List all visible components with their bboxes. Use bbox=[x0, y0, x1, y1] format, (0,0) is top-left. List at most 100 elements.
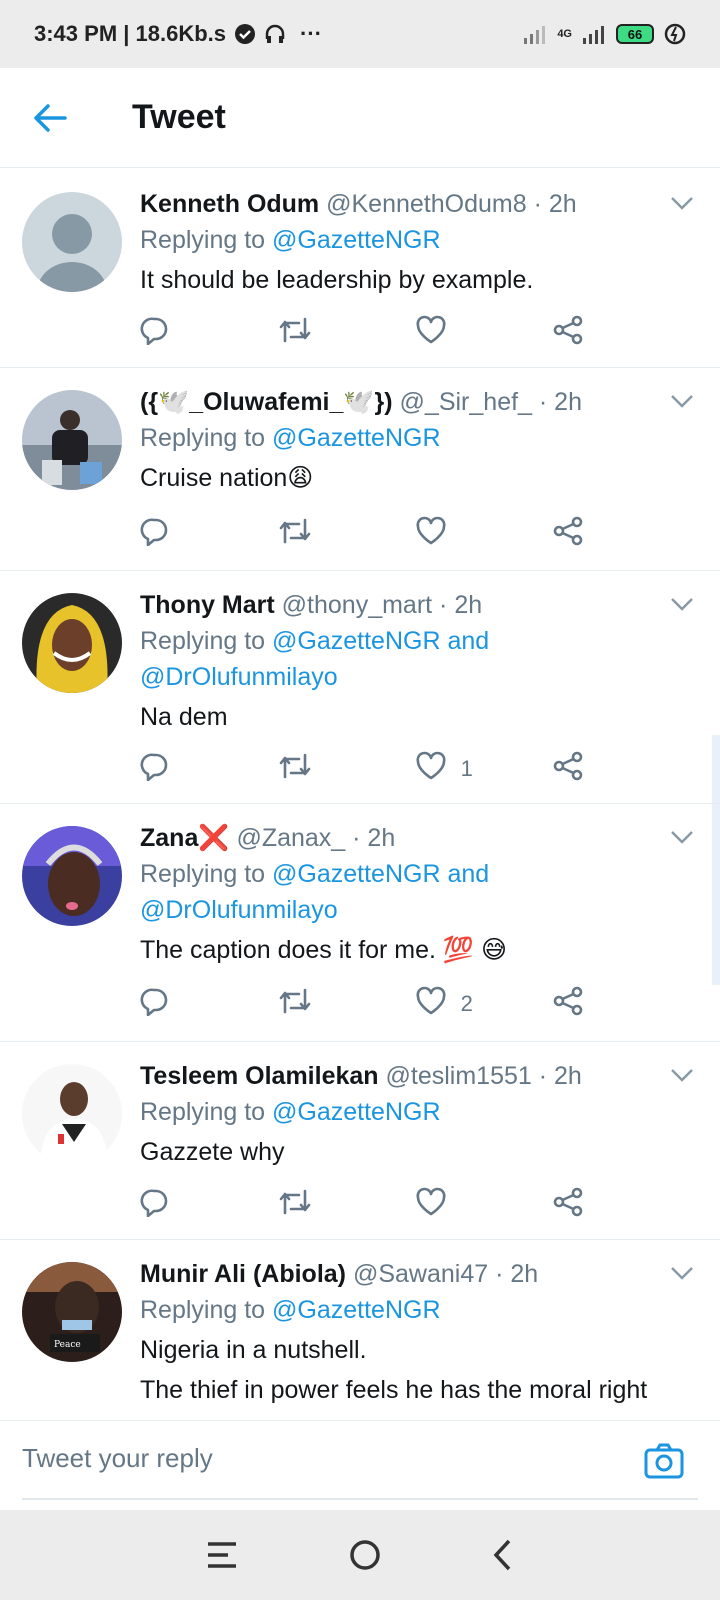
display-name[interactable]: Zana❌ bbox=[140, 824, 229, 852]
tweet-actions: 1 bbox=[140, 749, 610, 789]
like-count: 2 bbox=[460, 991, 473, 1016]
display-name[interactable]: Thony Mart bbox=[140, 591, 275, 619]
tweet-text: It should be leadership by example. bbox=[140, 266, 534, 294]
tweet-reply[interactable]: Tesleem Olamilekan @teslim1551 · 2h Repl… bbox=[0, 1042, 720, 1240]
mention-link[interactable]: @GazetteNGR bbox=[272, 1098, 440, 1126]
status-bar: 3:43 PM | 18.6Kb.s ··· 4G 66 bbox=[0, 0, 720, 68]
handle-time[interactable]: @KennethOdum8 · 2h bbox=[326, 190, 577, 218]
back-button[interactable] bbox=[0, 68, 100, 168]
status-time: 3:43 PM | 18.6Kb.s bbox=[34, 21, 227, 46]
heart-icon bbox=[415, 986, 447, 1022]
reply-button[interactable] bbox=[140, 749, 277, 789]
like-button[interactable] bbox=[415, 313, 552, 353]
tweet-body: Tesleem Olamilekan @teslim1551 · 2h Repl… bbox=[140, 1058, 690, 1172]
tweet-header: Thony Mart @thony_mart · 2h bbox=[140, 587, 690, 623]
mention-link-2[interactable]: @DrOlufunmilayo bbox=[140, 659, 690, 695]
replying-to: Replying to @GazetteNGR and @DrOlufunmil… bbox=[140, 623, 690, 695]
replying-to-label: Replying to bbox=[140, 226, 273, 254]
mention-link[interactable]: @GazetteNGR bbox=[272, 424, 440, 452]
like-count: 1 bbox=[460, 756, 473, 781]
replying-to-label: Replying to bbox=[140, 860, 273, 888]
tweet-actions: 2 bbox=[140, 984, 610, 1024]
heart-icon bbox=[415, 1187, 447, 1223]
avatar[interactable]: Peace bbox=[22, 1262, 122, 1362]
reply-button[interactable] bbox=[140, 313, 277, 353]
mention-link[interactable]: @GazetteNGR and bbox=[272, 627, 489, 655]
replying-to: Replying to @GazetteNGR bbox=[140, 1094, 690, 1130]
handle-time[interactable]: @Zanax_ · 2h bbox=[236, 824, 395, 852]
tweet-actions bbox=[140, 313, 610, 353]
share-button[interactable] bbox=[552, 313, 610, 353]
share-icon bbox=[552, 986, 584, 1022]
tweet-reply[interactable]: Peace Munir Ali (Abiola) @Sawani47 · 2h … bbox=[0, 1240, 720, 1420]
reply-button[interactable] bbox=[140, 1185, 277, 1225]
display-name[interactable]: Kenneth Odum bbox=[140, 190, 319, 218]
share-icon bbox=[552, 516, 584, 552]
share-button[interactable] bbox=[552, 749, 610, 789]
input-underline bbox=[22, 1498, 698, 1500]
retweet-icon bbox=[277, 1187, 313, 1223]
avatar[interactable] bbox=[22, 1064, 122, 1164]
page-title: Tweet bbox=[132, 98, 226, 136]
display-name[interactable]: ({🕊️_Oluwafemi_🕊️}) bbox=[140, 388, 393, 416]
display-name[interactable]: Tesleem Olamilekan bbox=[140, 1062, 379, 1090]
reply-button[interactable] bbox=[140, 984, 277, 1024]
display-name[interactable]: Munir Ali (Abiola) bbox=[140, 1260, 346, 1288]
mention-link-2[interactable]: @DrOlufunmilayo bbox=[140, 892, 690, 928]
avatar[interactable] bbox=[22, 826, 122, 926]
replying-to-label: Replying to bbox=[140, 1296, 273, 1324]
reply-icon bbox=[140, 986, 170, 1022]
handle-time[interactable]: @_Sir_hef_ · 2h bbox=[400, 388, 582, 416]
avatar[interactable] bbox=[22, 390, 122, 490]
like-button[interactable]: 1 bbox=[415, 749, 552, 789]
back-nav-icon[interactable] bbox=[491, 1538, 515, 1572]
tweet-reply[interactable]: Kenneth Odum @KennethOdum8 · 2h Replying… bbox=[0, 170, 720, 368]
tweet-header: Zana❌ @Zanax_ · 2h bbox=[140, 820, 690, 856]
replying-to-label: Replying to bbox=[140, 424, 273, 452]
retweet-button[interactable] bbox=[277, 1185, 414, 1225]
handle-time[interactable]: @Sawani47 · 2h bbox=[353, 1260, 538, 1288]
mention-link[interactable]: @GazetteNGR bbox=[272, 1296, 440, 1324]
retweet-button[interactable] bbox=[277, 984, 414, 1024]
replying-to-label: Replying to bbox=[140, 1098, 273, 1126]
reply-button[interactable] bbox=[140, 514, 277, 554]
share-icon bbox=[552, 315, 584, 351]
home-icon[interactable] bbox=[348, 1538, 382, 1572]
heart-icon bbox=[415, 751, 447, 787]
retweet-button[interactable] bbox=[277, 749, 414, 789]
like-button[interactable] bbox=[415, 1185, 552, 1225]
status-more: ··· bbox=[300, 21, 323, 46]
menu-icon[interactable] bbox=[205, 1540, 239, 1570]
tweet-reply[interactable]: ({🕊️_Oluwafemi_🕊️}) @_Sir_hef_ · 2h Repl… bbox=[0, 368, 720, 571]
tweet-header: ({🕊️_Oluwafemi_🕊️}) @_Sir_hef_ · 2h bbox=[140, 384, 690, 420]
app-header: Tweet bbox=[0, 68, 720, 168]
replies-feed[interactable]: Kenneth Odum @KennethOdum8 · 2h Replying… bbox=[0, 170, 720, 1420]
tweet-actions bbox=[140, 514, 610, 554]
tweet-reply[interactable]: Zana❌ @Zanax_ · 2h Replying to @GazetteN… bbox=[0, 804, 720, 1042]
mention-link[interactable]: @GazetteNGR and bbox=[272, 860, 489, 888]
mention-link[interactable]: @GazetteNGR bbox=[272, 226, 440, 254]
tweet-body: Kenneth Odum @KennethOdum8 · 2h Replying… bbox=[140, 186, 690, 300]
reply-input[interactable]: Tweet your reply bbox=[22, 1443, 213, 1474]
share-button[interactable] bbox=[552, 984, 610, 1024]
handle-time[interactable]: @thony_mart · 2h bbox=[282, 591, 482, 619]
reply-icon bbox=[140, 1187, 170, 1223]
avatar[interactable] bbox=[22, 192, 122, 292]
signal-icon-2 bbox=[583, 26, 604, 44]
retweet-button[interactable] bbox=[277, 514, 414, 554]
signal-icon bbox=[524, 26, 546, 44]
share-button[interactable] bbox=[552, 1185, 610, 1225]
share-icon bbox=[552, 751, 584, 787]
like-button[interactable] bbox=[415, 514, 552, 554]
camera-button[interactable] bbox=[644, 1443, 684, 1484]
headphones-icon bbox=[265, 24, 285, 43]
share-button[interactable] bbox=[552, 514, 610, 554]
like-button[interactable]: 2 bbox=[415, 984, 552, 1024]
handle-time[interactable]: @teslim1551 · 2h bbox=[386, 1062, 582, 1090]
reply-composer[interactable]: Tweet your reply bbox=[0, 1420, 720, 1510]
avatar[interactable] bbox=[22, 593, 122, 693]
tweet-body: ({🕊️_Oluwafemi_🕊️}) @_Sir_hef_ · 2h Repl… bbox=[140, 384, 690, 498]
back-arrow-icon bbox=[34, 103, 67, 132]
retweet-button[interactable] bbox=[277, 313, 414, 353]
tweet-reply[interactable]: Thony Mart @thony_mart · 2h Replying to … bbox=[0, 571, 720, 804]
